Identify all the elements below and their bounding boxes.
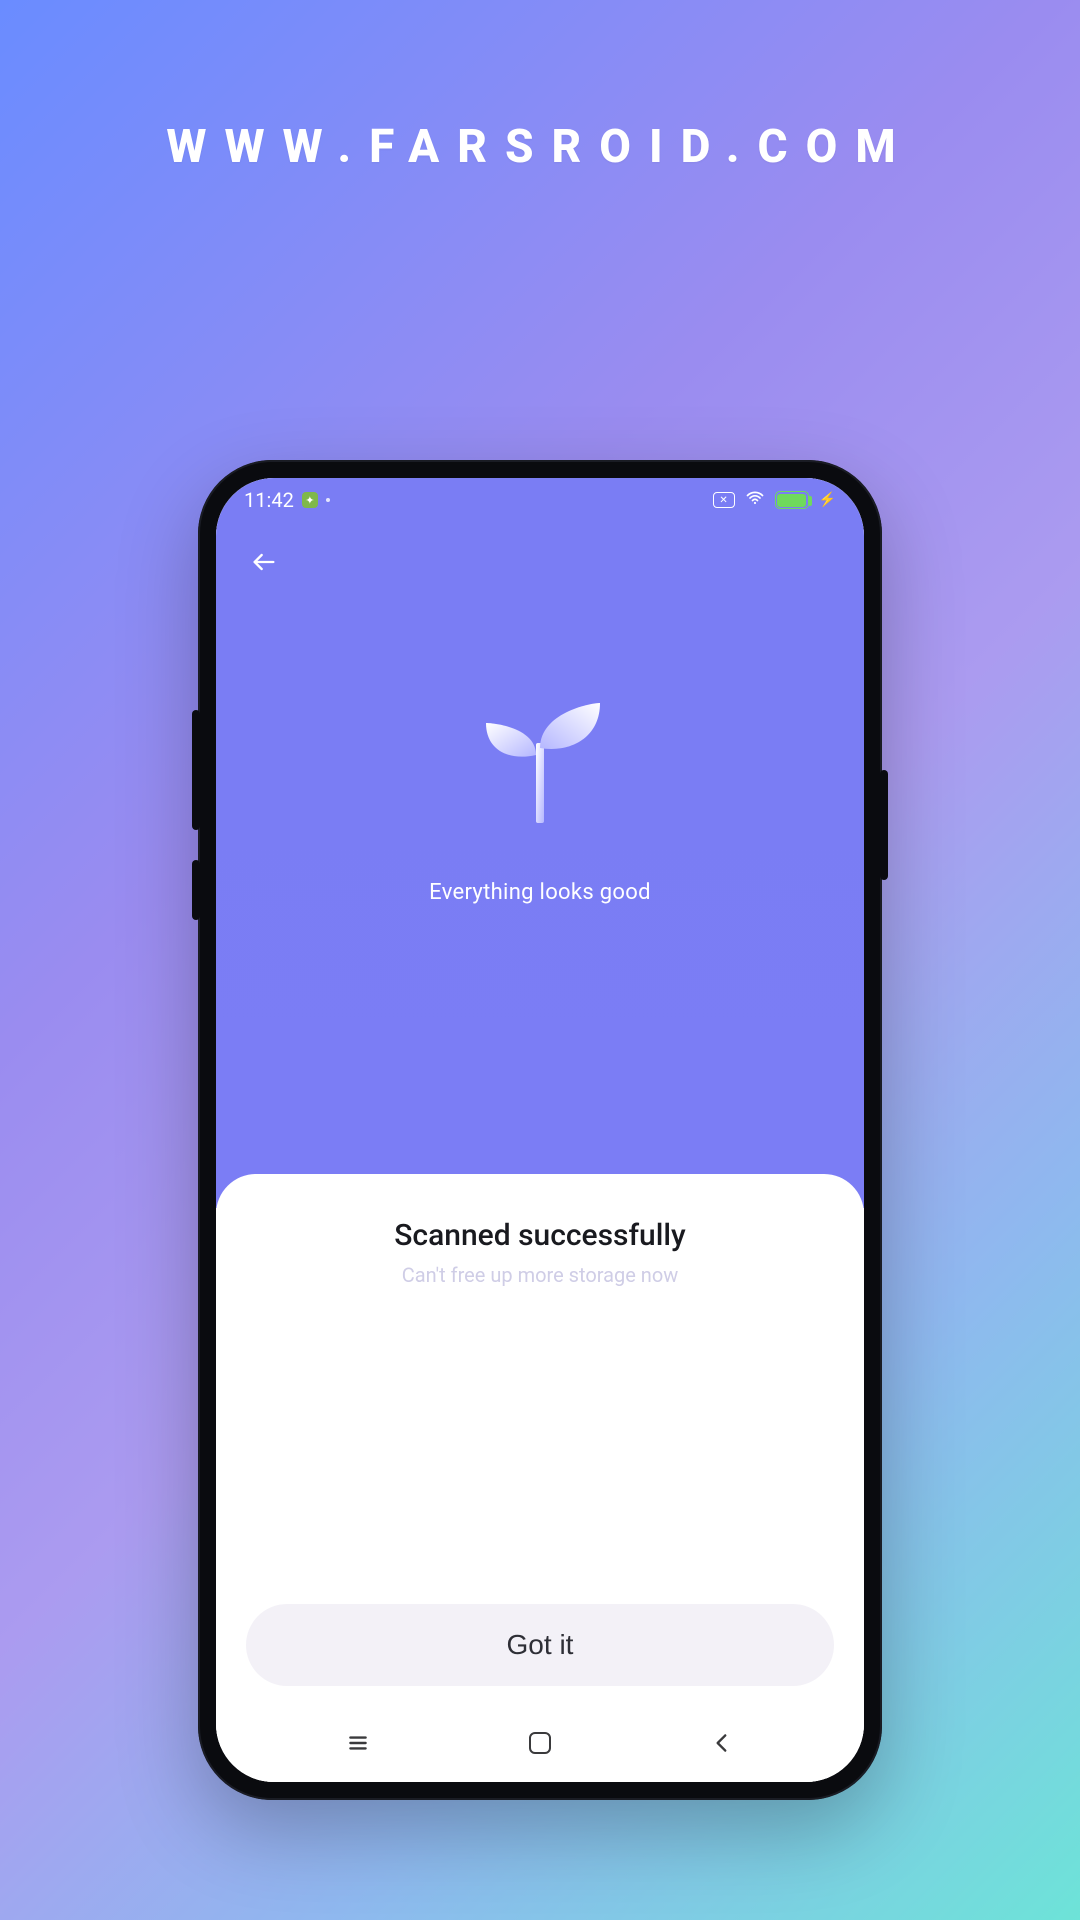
- watermark-text: WWW.FARSROID.COM: [0, 120, 1080, 174]
- phone-side-button: [192, 860, 200, 920]
- chevron-left-icon: [709, 1730, 735, 1756]
- got-it-button[interactable]: Got it: [246, 1604, 834, 1686]
- battery-icon: [775, 491, 809, 509]
- nav-back-button[interactable]: [682, 1730, 762, 1756]
- back-arrow-icon: [250, 548, 278, 576]
- sprout-icon: [460, 693, 620, 833]
- sheet-subtitle: Can't free up more storage now: [402, 1263, 679, 1287]
- nav-recent-button[interactable]: [318, 1730, 398, 1756]
- status-app-badge-icon: ✦: [302, 492, 318, 508]
- status-time: 11:42: [244, 488, 294, 512]
- hero-message: Everything looks good: [216, 880, 864, 905]
- nav-home-button[interactable]: [500, 1732, 580, 1754]
- app-root: 11:42 ✦ ✕ ⚡: [216, 478, 864, 1782]
- status-right: ✕ ⚡: [713, 488, 836, 513]
- menu-icon: [345, 1730, 371, 1756]
- system-nav-bar: [216, 1704, 864, 1782]
- phone-side-button: [880, 770, 888, 880]
- status-bar: 11:42 ✦ ✕ ⚡: [216, 478, 864, 522]
- rotation-lock-icon: ✕: [713, 492, 735, 508]
- promo-backdrop: WWW.FARSROID.COM 11:42 ✦ ✕: [0, 0, 1080, 1920]
- status-dot-icon: [326, 498, 330, 502]
- sheet-title: Scanned successfully: [394, 1218, 685, 1253]
- wifi-icon: [745, 488, 765, 513]
- charging-icon: ⚡: [819, 492, 836, 508]
- back-button[interactable]: [242, 540, 286, 584]
- status-left: 11:42 ✦: [244, 488, 330, 512]
- home-square-icon: [529, 1732, 551, 1754]
- phone-side-button: [192, 710, 200, 830]
- phone-screen: 11:42 ✦ ✕ ⚡: [216, 478, 864, 1782]
- phone-mockup: 11:42 ✦ ✕ ⚡: [198, 460, 882, 1800]
- hero-area: 11:42 ✦ ✕ ⚡: [216, 478, 864, 1208]
- result-sheet: Scanned successfully Can't free up more …: [216, 1174, 864, 1782]
